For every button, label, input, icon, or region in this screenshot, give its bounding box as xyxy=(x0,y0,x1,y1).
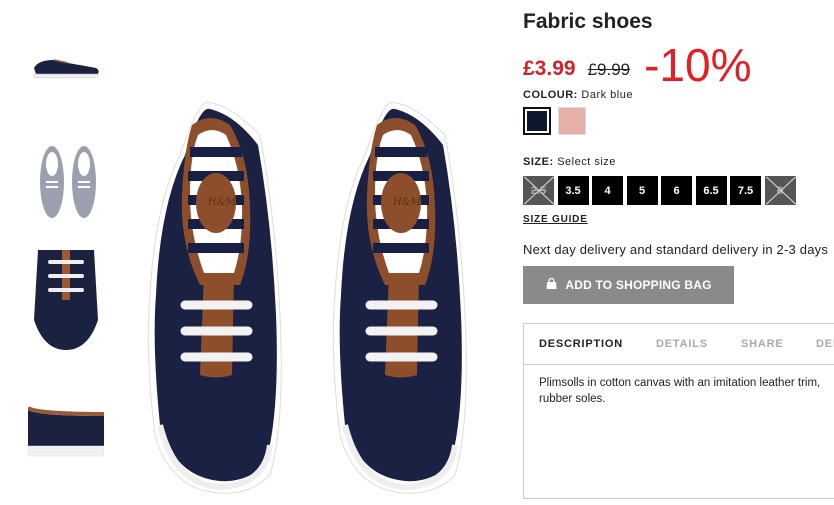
description-text: Plimsolls in cotton canvas with an imita… xyxy=(539,377,821,405)
thumbnail-top-view[interactable] xyxy=(28,142,104,222)
size-option-5[interactable]: 5 xyxy=(626,176,658,205)
size-guide-link[interactable]: SIZE GUIDE xyxy=(523,214,588,225)
size-option-4[interactable]: 4 xyxy=(592,176,623,205)
product-title: Fabric shoes xyxy=(523,10,653,33)
price-row: £3.99 £9.99 -10% xyxy=(523,36,752,88)
size-option-6-5[interactable]: 6.5 xyxy=(695,176,727,205)
colour-swatch-navy[interactable] xyxy=(523,107,551,135)
right-shoe: H&M xyxy=(332,101,467,494)
thumbnail-laces-closeup[interactable] xyxy=(28,250,104,352)
add-to-bag-label: ADD TO SHOPPING BAG xyxy=(565,278,712,292)
delivery-info: Next day delivery and standard delivery … xyxy=(523,242,829,257)
shopping-bag-icon xyxy=(545,277,558,293)
add-to-bag-button[interactable]: ADD TO SHOPPING BAG xyxy=(523,266,734,304)
original-price: £9.99 xyxy=(587,60,631,79)
colour-swatch-pink[interactable] xyxy=(558,107,586,135)
size-option-8[interactable]: 8 xyxy=(764,176,796,205)
tab-description[interactable]: DESCRIPTION xyxy=(539,338,623,350)
colour-label: COLOUR: Dark blue xyxy=(523,89,633,101)
product-info-panel: DESCRIPTION DETAILS SHARE DEL Plimsolls … xyxy=(523,323,834,499)
info-tabs: DESCRIPTION DETAILS SHARE DEL xyxy=(524,324,834,365)
svg-text:H&M: H&M xyxy=(207,197,237,208)
tab-delivery[interactable]: DEL xyxy=(816,338,834,350)
tab-details[interactable]: DETAILS xyxy=(656,338,708,350)
discount-badge: -10% xyxy=(644,39,752,91)
svg-text:H&M: H&M xyxy=(392,197,422,208)
thumbnail-side-view[interactable] xyxy=(28,50,104,80)
size-label: SIZE: Select size xyxy=(523,156,616,168)
size-option-7-5[interactable]: 7.5 xyxy=(730,176,761,205)
thumbnail-heel-closeup[interactable] xyxy=(28,400,104,458)
product-main-image: H&M H&M xyxy=(147,101,467,494)
size-options: 2.5 3.5 4 5 6 6.5 7.5 8 xyxy=(523,176,799,205)
size-value: Select size xyxy=(557,156,616,168)
size-option-6[interactable]: 6 xyxy=(661,176,692,205)
left-shoe: H&M xyxy=(147,101,282,494)
sale-price: £3.99 xyxy=(523,57,576,80)
size-option-3-5[interactable]: 3.5 xyxy=(557,176,589,205)
tab-share[interactable]: SHARE xyxy=(741,338,784,350)
colour-value: Dark blue xyxy=(581,89,633,101)
size-option-2-5[interactable]: 2.5 xyxy=(523,176,554,205)
